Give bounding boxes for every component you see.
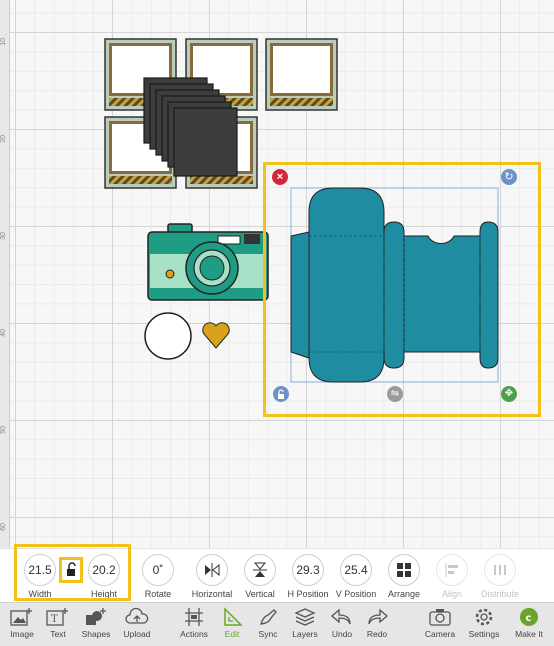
rotate-label: Rotate — [144, 589, 172, 599]
v-position-label: V Position — [335, 589, 377, 599]
v-position-control[interactable]: 25.4 V Position — [332, 554, 380, 599]
flip-horizontal-button[interactable]: Horizontal — [188, 554, 236, 599]
make-it-icon: c — [520, 608, 538, 626]
flip-horizontal-icon — [196, 554, 228, 586]
nav-camera-label: Camera — [424, 629, 456, 639]
bottom-nav: Image T Text Shapes Upload Actions Edit … — [0, 602, 554, 646]
nav-make-it-label: Make It — [515, 629, 543, 639]
nav-shapes-label: Shapes — [81, 629, 111, 639]
svg-text:c: c — [526, 613, 532, 624]
arrange-button[interactable]: Arrange — [380, 554, 428, 599]
camera-icon — [429, 609, 451, 626]
selection-highlight — [263, 162, 541, 417]
distribute-label: Distribute — [480, 589, 519, 599]
nav-settings-label: Settings — [468, 629, 500, 639]
nav-make-it[interactable]: c Make It — [507, 607, 551, 639]
nav-upload[interactable]: Upload — [115, 607, 159, 639]
text-icon: T — [46, 608, 68, 626]
nav-redo[interactable]: Redo — [355, 607, 399, 639]
svg-text:T: T — [51, 614, 58, 625]
h-position-control[interactable]: 29.3 H Position — [284, 554, 332, 599]
align-icon — [436, 554, 468, 586]
nav-camera[interactable]: Camera — [418, 607, 462, 639]
heart-shape[interactable] — [202, 322, 230, 349]
rotate-control[interactable]: 0˚ Rotate — [134, 554, 182, 599]
h-position-label: H Position — [287, 589, 329, 599]
nav-settings[interactable]: Settings — [462, 607, 506, 639]
image-icon — [10, 608, 32, 626]
nav-upload-label: Upload — [123, 629, 151, 639]
vertical-label: Vertical — [245, 589, 275, 599]
edit-triangle-icon — [224, 607, 243, 626]
arrange-label: Arrange — [387, 589, 421, 599]
camera-shape[interactable] — [147, 223, 269, 301]
nav-redo-label: Redo — [366, 629, 388, 639]
flip-vertical-button[interactable]: Vertical — [236, 554, 284, 599]
upload-cloud-icon — [125, 607, 149, 624]
horizontal-label: Horizontal — [191, 589, 233, 599]
align-label: Align — [441, 589, 462, 599]
lock-highlight — [59, 557, 83, 583]
settings-gear-icon — [475, 608, 493, 626]
circle-shape[interactable] — [144, 312, 192, 360]
actions-grid-icon — [185, 608, 203, 626]
align-button[interactable]: Align — [428, 554, 476, 599]
layers-icon — [294, 608, 316, 626]
flip-vertical-icon — [244, 554, 276, 586]
redo-arrow-icon — [368, 608, 388, 625]
v-position-input[interactable]: 25.4 — [340, 554, 372, 586]
nav-shapes[interactable]: Shapes — [74, 607, 118, 639]
arrange-icon — [388, 554, 420, 586]
polaroid-frame[interactable] — [265, 38, 338, 111]
distribute-button[interactable]: Distribute — [476, 554, 524, 599]
rotate-input[interactable]: 0˚ — [142, 554, 174, 586]
shapes-icon — [86, 608, 106, 625]
sync-brush-icon — [260, 609, 277, 625]
h-position-input[interactable]: 29.3 — [292, 554, 324, 586]
undo-arrow-icon — [331, 608, 351, 625]
distribute-icon — [484, 554, 516, 586]
